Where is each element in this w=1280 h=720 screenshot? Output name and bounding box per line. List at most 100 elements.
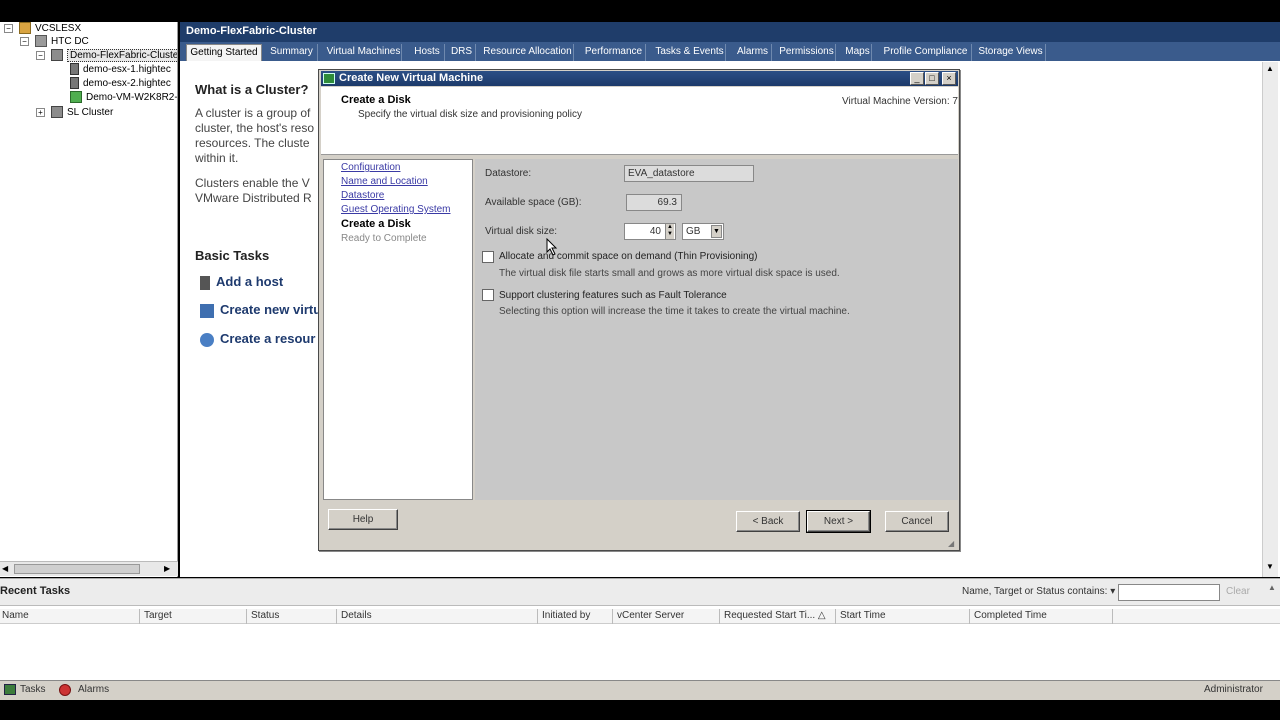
alarms-button[interactable]: Alarms (78, 684, 109, 695)
basic-tasks-heading: Basic Tasks (195, 248, 270, 263)
cluster-description-line: resources. The cluste (195, 136, 310, 150)
step-name-location[interactable]: Name and Location (341, 176, 428, 187)
disk-size-spinner[interactable]: ▲ ▼ (665, 224, 674, 239)
tree-node-cluster-selected[interactable]: − Demo-FlexFabric-Cluster (36, 49, 177, 63)
tree-node-datacenter[interactable]: − HTC DC (20, 35, 89, 49)
step-subtitle: Specify the virtual disk size and provis… (358, 109, 582, 120)
tab-hosts[interactable]: Hosts (410, 44, 445, 61)
cluster-description-line: A cluster is a group of (195, 106, 311, 120)
tab-storage-views[interactable]: Storage Views (976, 44, 1046, 61)
task-create-resource-pool[interactable]: Create a resour (200, 331, 320, 347)
inventory-tree: − VCSLESX − HTC DC − Demo-FlexFabric-Cluste… (0, 22, 178, 577)
next-button[interactable]: Next > (806, 510, 871, 533)
column-header-vcenter-server[interactable]: vCenter Server (615, 609, 720, 624)
collapse-icon[interactable]: − (4, 23, 13, 33)
tab-resource-allocation[interactable]: Resource Allocation (482, 44, 574, 61)
dialog-title: Create New Virtual Machine (321, 71, 958, 86)
filter-input[interactable] (1118, 584, 1220, 601)
tab-tasks-events[interactable]: Tasks & Events (654, 44, 726, 61)
tree-node-vm[interactable]: Demo-VM-W2K8R2-0 (70, 91, 177, 105)
recent-tasks-columns: Name Target Status Details Initiated by … (0, 609, 1280, 624)
tab-alarms[interactable]: Alarms (734, 44, 772, 61)
cluster-icon (51, 106, 63, 119)
help-button[interactable]: Help (328, 509, 398, 530)
task-add-host[interactable]: Add a host (200, 274, 320, 290)
column-header-initiated-by[interactable]: Initiated by (540, 609, 613, 624)
disk-settings-panel (475, 159, 958, 500)
vcenter-icon (19, 22, 31, 35)
clear-button[interactable]: Clear (1226, 586, 1250, 597)
vm-icon (70, 91, 82, 104)
expand-icon[interactable]: + (36, 107, 45, 117)
mouse-cursor-icon (546, 238, 558, 256)
datastore-field: EVA_datastore (624, 165, 754, 182)
getting-started-heading: What is a Cluster? (195, 82, 309, 97)
tree-horizontal-scrollbar[interactable]: ◀ ▶ (0, 561, 178, 576)
column-header-completed-time[interactable]: Completed Time (972, 609, 1113, 624)
fault-tolerance-checkbox[interactable] (482, 289, 494, 301)
minimize-button[interactable]: _ (910, 72, 924, 85)
tasks-button[interactable]: Tasks (20, 684, 46, 695)
tab-performance[interactable]: Performance (582, 44, 646, 61)
recent-tasks-title: Recent Tasks (0, 585, 71, 597)
column-header-requested-start[interactable]: Requested Start Ti... △ (722, 609, 836, 624)
tree-node-vcenter[interactable]: − VCSLESX (4, 22, 81, 36)
scroll-up-icon[interactable]: ▲ (1268, 583, 1276, 592)
resource-pool-icon (200, 332, 214, 347)
tab-summary[interactable]: Summary (266, 44, 318, 61)
tab-drs[interactable]: DRS (448, 44, 476, 61)
scroll-down-icon[interactable]: ▼ (1266, 562, 1274, 571)
cluster-description-line: cluster, the host's reso (195, 121, 315, 135)
scroll-left-icon[interactable]: ◀ (2, 563, 12, 575)
scroll-up-icon[interactable]: ▲ (1266, 64, 1274, 73)
thin-provisioning-desc: The virtual disk file starts small and g… (499, 268, 840, 279)
bottom-black-bar (0, 700, 1280, 720)
scroll-thumb[interactable] (14, 564, 140, 574)
step-ready-to-complete: Ready to Complete (341, 233, 427, 244)
host-icon (70, 77, 79, 90)
column-header-name[interactable]: Name (0, 609, 140, 624)
step-guest-os[interactable]: Guest Operating System (341, 204, 451, 215)
column-header-start-time[interactable]: Start Time (838, 609, 970, 624)
collapse-icon[interactable]: − (20, 36, 29, 46)
back-button[interactable]: < Back (736, 511, 800, 532)
step-configuration[interactable]: Configuration (341, 162, 400, 173)
close-button[interactable]: × (942, 72, 956, 85)
disk-size-label: Virtual disk size: (485, 226, 558, 237)
scroll-right-icon[interactable]: ▶ (164, 563, 174, 575)
column-header-target[interactable]: Target (142, 609, 247, 624)
column-header-details[interactable]: Details (339, 609, 538, 624)
cluster-description-line: within it. (195, 151, 239, 165)
collapse-icon[interactable]: − (36, 50, 45, 60)
column-header-status[interactable]: Status (249, 609, 337, 624)
datastore-label: Datastore: (485, 168, 532, 179)
cancel-button[interactable]: Cancel (885, 511, 949, 532)
tab-permissions[interactable]: Permissions (778, 44, 836, 61)
thin-provisioning-checkbox[interactable] (482, 251, 494, 263)
tab-virtual-machines[interactable]: Virtual Machines (326, 44, 402, 61)
main-vertical-scrollbar[interactable]: ▲ ▼ (1262, 62, 1278, 577)
tab-getting-started[interactable]: Getting Started (186, 44, 262, 61)
cluster-icon (51, 49, 63, 62)
tab-bar: Getting Started Summary Virtual Machines… (180, 42, 1280, 61)
top-black-bar (0, 0, 1280, 22)
tree-node-sl-cluster[interactable]: + SL Cluster (36, 106, 113, 120)
tab-maps[interactable]: Maps (844, 44, 872, 61)
datacenter-icon (35, 35, 47, 48)
step-datastore[interactable]: Datastore (341, 190, 384, 201)
tree-node-host-1[interactable]: demo-esx-1.hightec (70, 63, 171, 77)
tree-node-host-2[interactable]: demo-esx-2.hightec (70, 77, 171, 91)
thin-provisioning-label: Allocate and commit space on demand (Thi… (499, 251, 758, 262)
chevron-down-icon[interactable]: ▼ (711, 225, 722, 238)
available-space-field: 69.3 (626, 194, 682, 211)
cluster-description-line: VMware Distributed R (195, 191, 312, 205)
host-icon (70, 63, 79, 76)
maximize-button[interactable]: □ (925, 72, 939, 85)
user-label: Administrator (1204, 684, 1263, 695)
vm-version: Virtual Machine Version: 7 (842, 96, 958, 107)
task-create-vm[interactable]: Create new virtu (200, 302, 320, 318)
tab-profile-compliance[interactable]: Profile Compliance (880, 44, 972, 61)
resize-grip-icon[interactable]: ◢ (948, 540, 957, 549)
new-vm-icon (200, 303, 214, 318)
filter-label[interactable]: Name, Target or Status contains: ▾ (962, 586, 1115, 597)
